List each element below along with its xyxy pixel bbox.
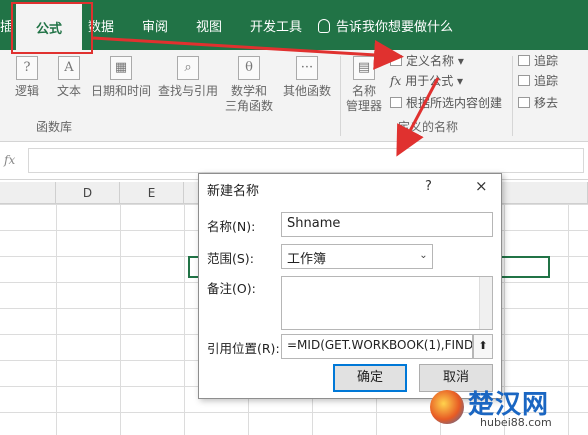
trace-dependents-button[interactable]: 追踪 [518, 72, 558, 89]
collapse-dialog-icon[interactable]: ⬆ [473, 334, 493, 359]
datetime-functions-button[interactable]: ▦ 日期和时间 [88, 56, 154, 99]
more-functions-button[interactable]: ··· 其他函数 [278, 56, 336, 99]
tell-me-text: 告诉我你想要做什么 [336, 20, 454, 35]
create-from-selection-button[interactable]: 根据所选内容创建 [390, 94, 502, 111]
name-tag-icon: ▤ [353, 56, 375, 80]
dialog-title: 新建名称 [207, 184, 260, 199]
ok-button[interactable]: 确定 [333, 364, 407, 392]
watermark: 楚汉网 hubei88.com [424, 384, 584, 432]
chevron-down-icon[interactable]: ⌄ [415, 244, 433, 269]
trace-icon [518, 55, 530, 66]
name-manager-label-1: 名称 [351, 84, 376, 98]
col-header-partial [0, 182, 56, 204]
trace-dependents-label: 追踪 [534, 74, 559, 88]
comment-scrollbar[interactable] [479, 277, 492, 329]
scope-label: 范围(S): [207, 251, 254, 266]
create-from-selection-label: 根据所选内容创建 [406, 96, 503, 110]
datetime-label: 日期和时间 [90, 84, 151, 98]
new-name-dialog: 新建名称 ? × 名称(N): Shname 范围(S): 工作簿 ⌄ 备注(O… [198, 173, 502, 399]
fx-small-icon: fx [390, 74, 402, 88]
fx-icon[interactable]: fx [4, 153, 15, 167]
trace-precedents-button[interactable]: 追踪 [518, 52, 558, 69]
close-icon[interactable]: × [475, 177, 488, 195]
col-header-d[interactable]: D [56, 182, 120, 204]
formula-input[interactable] [28, 148, 584, 173]
comment-textarea[interactable] [281, 276, 493, 330]
col-header-e[interactable]: E [120, 182, 184, 204]
tab-review[interactable]: 审阅 [142, 16, 168, 35]
text-a-icon: A [58, 56, 80, 80]
annotation-highlight-box [11, 2, 93, 54]
math-label-1: 数学和 [230, 84, 267, 98]
group-divider-2 [512, 56, 513, 136]
math-label-2: 三角函数 [224, 99, 273, 113]
ribbon-body: ? 逻辑 A 文本 ▦ 日期和时间 ⌕ 查找与引用 θ 数学和 三角函数 ···… [0, 50, 588, 142]
theta-icon: θ [238, 56, 260, 80]
calendar-icon: ▦ [110, 56, 132, 80]
tab-view[interactable]: 视图 [196, 16, 222, 35]
define-name-label: 定义名称 [406, 54, 455, 68]
more-label: 其他函数 [282, 84, 331, 98]
comment-label: 备注(O): [207, 281, 256, 296]
remove-arrows-button[interactable]: 移去 [518, 94, 558, 111]
logical-functions-button[interactable]: ? 逻辑 [12, 56, 42, 99]
tag-icon [390, 55, 402, 66]
text-functions-button[interactable]: A 文本 [54, 56, 84, 99]
math-functions-button[interactable]: θ 数学和 三角函数 [222, 56, 276, 114]
name-manager-button[interactable]: ▤ 名称 管理器 [344, 56, 384, 114]
use-in-formula-label: 用于公式 [405, 74, 454, 88]
lookup-label: 查找与引用 [157, 84, 218, 98]
refers-to-input[interactable]: =MID(GET.WORKBOOK(1),FIND [281, 334, 473, 359]
selection-grid-icon [390, 97, 402, 108]
remove-arrows-icon [518, 97, 530, 108]
magnifier-icon: ⌕ [177, 56, 199, 80]
use-in-formula-button[interactable]: fx 用于公式 ▾ [390, 72, 463, 89]
lightbulb-icon [318, 19, 330, 33]
remove-arrows-label: 移去 [534, 96, 559, 110]
trace-dep-icon [518, 75, 530, 86]
name-manager-label-2: 管理器 [345, 99, 382, 113]
help-icon[interactable]: ? [425, 179, 432, 194]
tell-me-box[interactable]: 告诉我你想要做什么 [318, 16, 453, 35]
defined-names-group-label: 定义的名称 [398, 120, 459, 134]
name-input[interactable]: Shname [281, 212, 493, 237]
logical-label: 逻辑 [14, 84, 39, 98]
function-library-group-label: 函数库 [36, 120, 73, 134]
logo-badge-icon [430, 390, 464, 424]
watermark-url: hubei88.com [480, 416, 552, 429]
trace-precedents-label: 追踪 [534, 54, 559, 68]
tab-developer[interactable]: 开发工具 [250, 16, 302, 35]
name-label: 名称(N): [207, 219, 256, 234]
define-name-button[interactable]: 定义名称 ▾ [390, 52, 464, 69]
group-divider [340, 56, 341, 136]
refers-to-label: 引用位置(R): [207, 341, 280, 356]
text-label: 文本 [56, 84, 81, 98]
ellipsis-icon: ··· [296, 56, 318, 80]
scope-select[interactable]: 工作簿 [281, 244, 431, 269]
question-icon: ? [16, 56, 38, 80]
lookup-functions-button[interactable]: ⌕ 查找与引用 [156, 56, 220, 99]
